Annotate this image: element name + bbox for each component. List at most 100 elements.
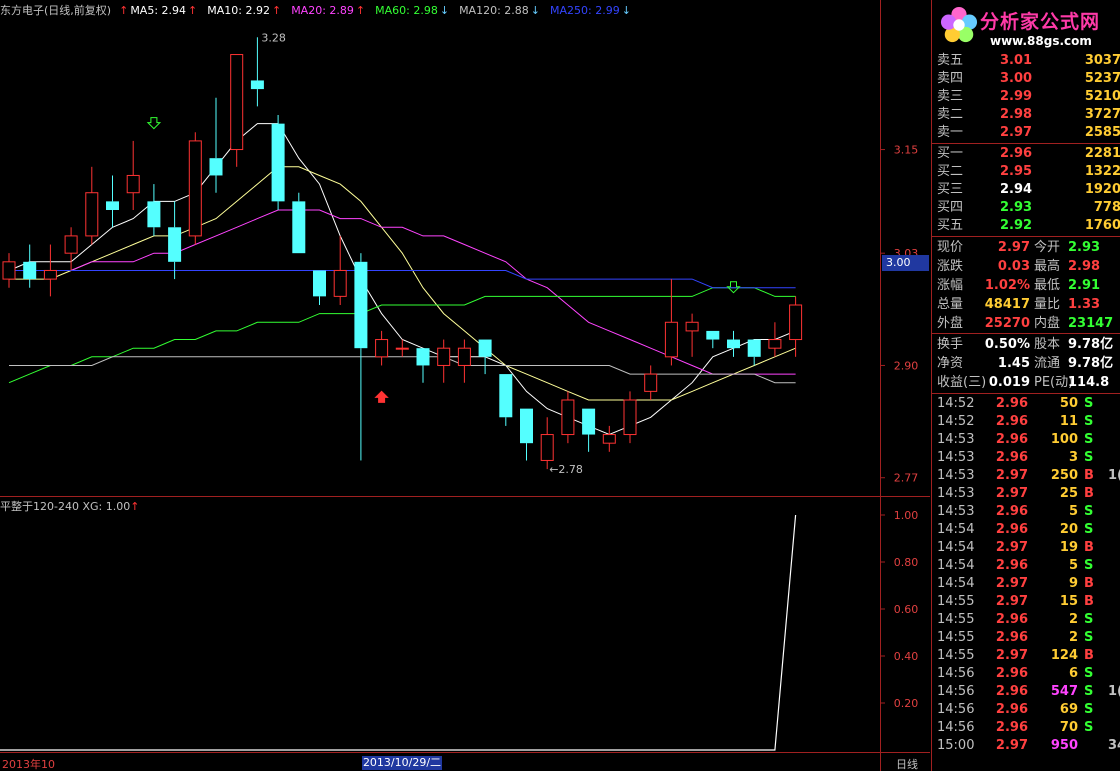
order-book-label: 卖一 — [937, 125, 964, 140]
ma-legend-item: MA250: 2.99 ↓ — [550, 4, 631, 17]
stat-key: 今开 — [1034, 240, 1061, 255]
tick-row[interactable]: 14:55 2.96 2 S — [932, 629, 1120, 647]
period-label[interactable]: 日线 — [896, 756, 918, 771]
tick-time: 14:55 — [937, 594, 975, 609]
arrow-up-icon: ↑ — [188, 3, 198, 17]
order-book-row[interactable]: 卖四 3.00 5237 — [932, 70, 1120, 88]
ma-legend-item: MA20: 2.89 ↑ — [291, 4, 365, 17]
order-book-row[interactable]: 买三 2.94 1920 — [932, 181, 1120, 199]
tick-side: S — [1084, 630, 1094, 645]
kline-chart[interactable]: 3.153.032.902.773.28←2.781.000.800.600.4… — [0, 0, 930, 771]
candle-body — [230, 54, 244, 151]
tick-side: B — [1084, 648, 1094, 663]
order-book-row[interactable]: 买二 2.95 1322 — [932, 163, 1120, 181]
tick-row[interactable]: 14:55 2.96 2 S — [932, 611, 1120, 629]
tick-row[interactable]: 14:52 2.96 11 S — [932, 413, 1120, 431]
order-book-price: 2.96 — [1000, 146, 1033, 161]
tick-extra: 34 — [1108, 738, 1120, 753]
tick-row[interactable]: 14:56 2.96 69 S — [932, 701, 1120, 719]
tick-volume: 547 — [1050, 684, 1078, 699]
quote-stat-row: 涨幅 1.02% 最低 2.91 — [932, 276, 1120, 295]
tick-row[interactable]: 14:54 2.96 5 S — [932, 557, 1120, 575]
tick-time: 14:54 — [937, 576, 975, 591]
tick-row[interactable]: 14:54 2.96 20 S — [932, 521, 1120, 539]
stat-key: 最低 — [1034, 278, 1061, 293]
tick-row[interactable]: 14:56 2.96 6 S — [932, 665, 1120, 683]
ma-legend: 东方电子(日线,前复权) ↑ MA5: 2.94 ↑ MA10: 2.92 ↑ MA20… — [0, 2, 880, 18]
tick-row[interactable]: 14:54 2.97 19 B — [932, 539, 1120, 557]
indicator-axis-label: 0.20 — [894, 697, 919, 710]
indicator-axis-label: 0.80 — [894, 556, 919, 569]
order-book-row[interactable]: 买四 2.93 778 — [932, 199, 1120, 217]
tick-side: B — [1084, 468, 1094, 483]
tick-time: 14:54 — [937, 522, 975, 537]
tick-price: 2.96 — [995, 720, 1028, 735]
candle — [416, 348, 430, 383]
tick-row[interactable]: 14:53 2.97 250 B 1( — [932, 467, 1120, 485]
tick-volume: 50 — [1059, 396, 1078, 411]
candle-body — [354, 261, 368, 349]
order-book-row[interactable]: 卖一 2.97 2585 — [932, 124, 1120, 142]
tick-row[interactable]: 14:53 2.97 25 B — [932, 485, 1120, 503]
stat-value: 1.45 — [997, 356, 1030, 371]
candle — [623, 391, 637, 444]
tick-row[interactable]: 14:52 2.96 50 S — [932, 395, 1120, 413]
stat-key: 总量 — [937, 297, 964, 312]
ma250-line — [9, 270, 796, 289]
divider — [932, 143, 1120, 144]
tick-extra: 1( — [1108, 684, 1120, 699]
tick-time: 14:56 — [937, 684, 975, 699]
stat-value: 25270 — [984, 316, 1030, 331]
tick-row[interactable]: 14:53 2.96 5 S — [932, 503, 1120, 521]
tick-volume: 5 — [1068, 558, 1078, 573]
candle — [437, 339, 451, 383]
tick-row[interactable]: 14:54 2.97 9 B — [932, 575, 1120, 593]
tick-row[interactable]: 14:55 2.97 124 B — [932, 647, 1120, 665]
tick-side: B — [1084, 540, 1094, 555]
candle-body — [271, 123, 285, 202]
ma10-line — [9, 166, 796, 401]
tick-row[interactable]: 14:56 2.96 547 S 1( — [932, 683, 1120, 701]
tick-row[interactable]: 15:00 2.97 950 34 — [932, 737, 1120, 755]
order-book-row[interactable]: 卖五 3.01 3037 — [932, 52, 1120, 70]
tick-row[interactable]: 14:55 2.97 15 B — [932, 593, 1120, 611]
indicator-axis-label: 1.00 — [894, 509, 919, 522]
candle — [188, 132, 202, 245]
stat-value: 2.93 — [1068, 240, 1101, 255]
price-axis-label: 2.90 — [894, 359, 919, 372]
candle — [685, 313, 699, 357]
tick-price: 2.97 — [995, 738, 1028, 753]
candle-body — [23, 261, 37, 280]
candle-body — [664, 321, 678, 358]
tick-volume: 2 — [1068, 612, 1078, 627]
order-book-volume: 2281 — [1084, 146, 1120, 161]
tick-price: 2.96 — [995, 630, 1028, 645]
stock-title[interactable]: 东方电子(日线,前复权) — [0, 2, 111, 18]
tick-row[interactable]: 14:56 2.96 70 S — [932, 719, 1120, 737]
indicator-legend-text[interactable]: 平整于120-240 XG: 1.00 — [0, 500, 130, 513]
candle — [789, 296, 803, 357]
stat-key: 最高 — [1034, 259, 1061, 274]
candle-body — [64, 235, 78, 254]
candle — [540, 417, 554, 470]
stat-value: 0.019 — [988, 375, 1030, 390]
order-book-row[interactable]: 卖二 2.98 3727 — [932, 106, 1120, 124]
tick-row[interactable]: 14:53 2.96 3 S — [932, 449, 1120, 467]
order-book-row[interactable]: 买一 2.96 2281 — [932, 145, 1120, 163]
order-book-volume: 2585 — [1084, 125, 1120, 140]
candle — [395, 339, 409, 357]
order-book-row[interactable]: 卖三 2.99 5210 — [932, 88, 1120, 106]
logo-url-text: www.88gs.com — [990, 34, 1092, 48]
quote-stat-row: 外盘 25270 内盘 23147 — [932, 314, 1120, 333]
candle — [768, 322, 782, 357]
tick-price: 2.96 — [995, 522, 1028, 537]
tick-row[interactable]: 14:53 2.96 100 S — [932, 431, 1120, 449]
stat-value: 48417 — [984, 297, 1030, 312]
tick-price: 2.96 — [995, 702, 1028, 717]
candle-body — [416, 348, 430, 366]
order-book-row[interactable]: 买五 2.92 1760 — [932, 217, 1120, 235]
tick-volume: 15 — [1059, 594, 1078, 609]
order-book-volume: 3727 — [1084, 107, 1120, 122]
tick-time: 14:56 — [937, 720, 975, 735]
tick-volume: 3 — [1068, 450, 1078, 465]
